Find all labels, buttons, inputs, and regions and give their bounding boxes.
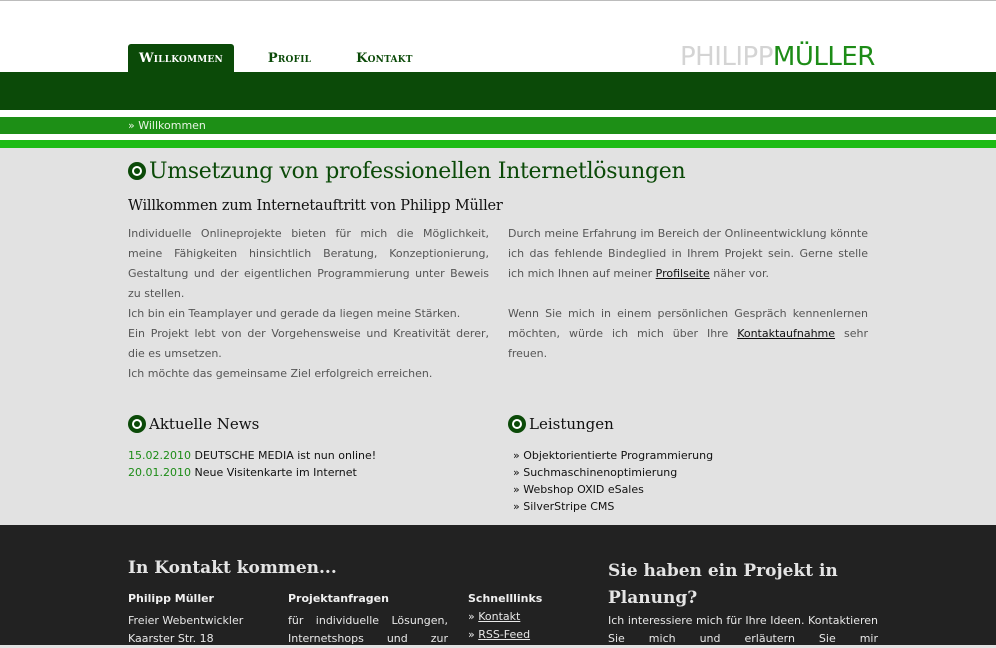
footer-quicklinks: » Kontakt » RSS-Feed bbox=[468, 608, 530, 644]
news-text: DEUTSCHE MEDIA ist nun online! bbox=[194, 449, 377, 462]
nav-item-willkommen[interactable]: Willkommen bbox=[128, 44, 234, 72]
footer-address-line: Kaarster Str. 18 bbox=[128, 632, 214, 645]
services-heading: Leistungen bbox=[508, 414, 614, 433]
quicklink-prefix: » bbox=[468, 628, 479, 641]
news-item[interactable]: 20.01.2010 Neue Visitenkarte im Internet bbox=[128, 464, 376, 481]
main-nav: Willkommen Profil Kontakt bbox=[128, 44, 447, 72]
target-icon bbox=[508, 415, 526, 433]
site-logo[interactable]: PHILIPPMÜLLER bbox=[680, 42, 875, 72]
quicklink-prefix: » bbox=[468, 610, 479, 623]
intro-right-column: Durch meine Erfahrung im Bereich der Onl… bbox=[508, 224, 868, 364]
logo-last-name: MÜLLER bbox=[772, 42, 875, 72]
nav-item-profil[interactable]: Profil bbox=[257, 44, 322, 72]
page-title: Umsetzung von professionellen Internetlö… bbox=[128, 158, 686, 184]
service-item: » SilverStripe CMS bbox=[513, 500, 615, 513]
footer: In Kontakt kommen... Philipp Müller Frei… bbox=[0, 525, 996, 645]
news-date: 20.01.2010 bbox=[128, 466, 191, 479]
quicklink-item: » RSS-Feed bbox=[468, 626, 530, 644]
news-text: Neue Visitenkarte im Internet bbox=[194, 466, 357, 479]
header-band bbox=[0, 72, 996, 110]
services-list: » Objektorientierte Programmierung » Suc… bbox=[513, 447, 713, 515]
band-gap bbox=[0, 110, 996, 117]
intro-paragraph: Wenn Sie mich in einem persönlichen Gesp… bbox=[508, 304, 868, 364]
footer-person-name: Philipp Müller bbox=[128, 592, 214, 605]
target-icon bbox=[128, 415, 146, 433]
footer-quicklinks-title: Schnelllinks bbox=[468, 592, 543, 605]
intro-left-column: Individuelle Onlineprojekte bieten für m… bbox=[128, 224, 489, 384]
intro-paragraph: Ich bin ein Teamplayer und gerade da lie… bbox=[128, 307, 461, 320]
service-item: » Webshop OXID eSales bbox=[513, 483, 644, 496]
intro-paragraph: Individuelle Onlineprojekte bieten für m… bbox=[128, 227, 489, 300]
service-item: » Objektorientierte Programmierung bbox=[513, 449, 714, 462]
breadcrumb: » Willkommen bbox=[128, 119, 206, 132]
footer-project-text: Ich interessiere mich für Ihre Ideen. Ko… bbox=[608, 614, 878, 645]
services-heading-text: Leistungen bbox=[529, 415, 614, 433]
quicklink-kontakt[interactable]: Kontakt bbox=[478, 610, 520, 623]
news-heading-text: Aktuelle News bbox=[149, 415, 260, 433]
news-date: 15.02.2010 bbox=[128, 449, 191, 462]
footer-contact-title: In Kontakt kommen... bbox=[128, 558, 337, 578]
quicklink-item: » Kontakt bbox=[468, 608, 530, 626]
accent-band bbox=[0, 140, 996, 148]
intro-paragraph: Ich möchte das gemeinsame Ziel erfolgrei… bbox=[128, 367, 433, 380]
text-segment: näher vor. bbox=[709, 267, 769, 280]
footer-projects-title: Projektanfragen bbox=[288, 592, 389, 605]
footer-address: Freier Webentwickler Kaarster Str. 18 bbox=[128, 612, 278, 648]
nav-item-kontakt[interactable]: Kontakt bbox=[345, 44, 423, 72]
news-list: 15.02.2010 DEUTSCHE MEDIA ist nun online… bbox=[128, 447, 376, 481]
contact-link[interactable]: Kontaktaufnahme bbox=[737, 327, 835, 340]
news-item[interactable]: 15.02.2010 DEUTSCHE MEDIA ist nun online… bbox=[128, 447, 376, 464]
news-heading: Aktuelle News bbox=[128, 414, 259, 433]
footer-project-title: Sie haben ein Projekt in Planung? bbox=[608, 561, 838, 608]
profile-link[interactable]: Profilseite bbox=[656, 267, 710, 280]
logo-first-name: PHILIPP bbox=[680, 42, 773, 72]
page-subtitle: Willkommen zum Internetauftritt von Phil… bbox=[128, 198, 503, 214]
service-item: » Suchmaschinenoptimierung bbox=[513, 466, 678, 479]
footer-projects-text: für individuelle Lösungen, Internetshops… bbox=[288, 614, 448, 645]
intro-paragraph: Durch meine Erfahrung im Bereich der Onl… bbox=[508, 224, 868, 284]
page-title-text: Umsetzung von professionellen Internetlö… bbox=[149, 158, 686, 184]
intro-paragraph: Ein Projekt lebt von der Vorgehensweise … bbox=[128, 327, 489, 360]
target-icon bbox=[128, 162, 146, 180]
quicklink-rss-feed[interactable]: RSS-Feed bbox=[478, 628, 530, 641]
footer-address-line: Freier Webentwickler bbox=[128, 614, 244, 627]
